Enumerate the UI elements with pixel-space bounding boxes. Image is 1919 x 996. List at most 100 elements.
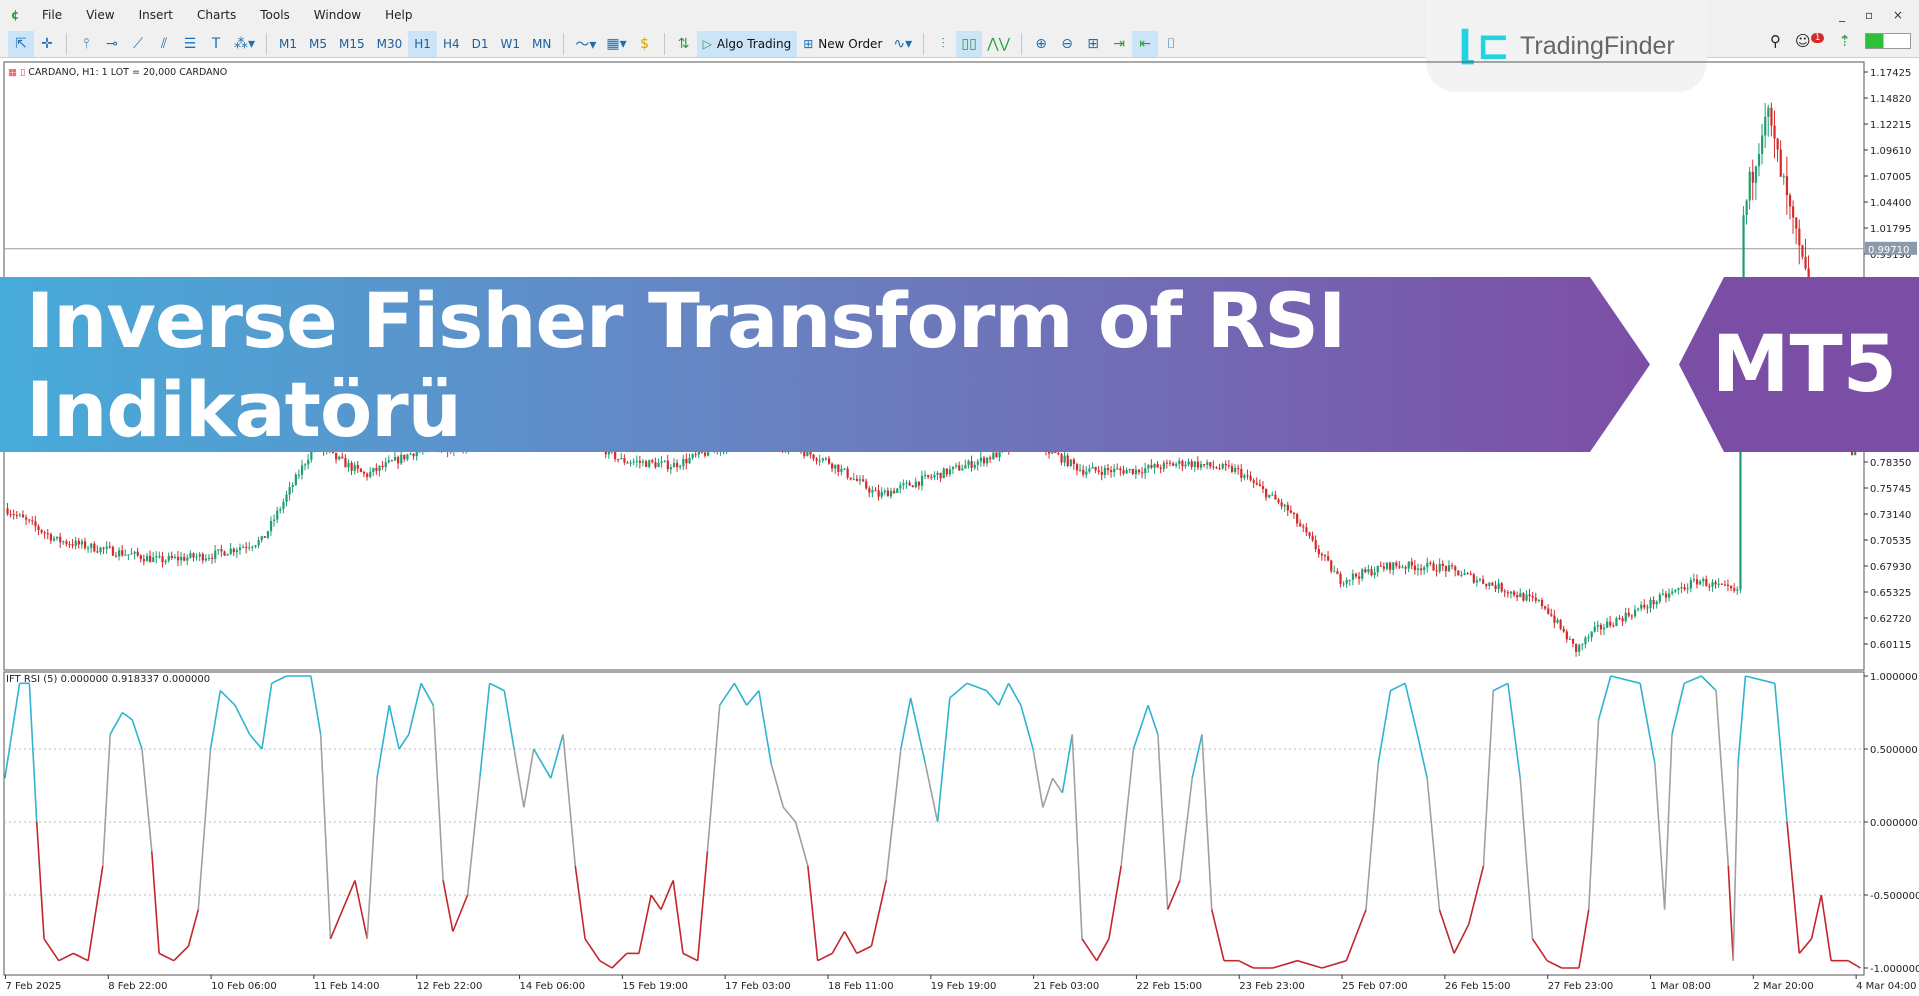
- timeframe-m1[interactable]: M1: [273, 37, 303, 51]
- menu-file[interactable]: File: [30, 8, 74, 22]
- timeframe-mn[interactable]: MN: [526, 37, 557, 51]
- candle-body: [1488, 582, 1491, 587]
- timeframe-w1[interactable]: W1: [495, 37, 527, 51]
- ift-line-segment: [513, 748, 525, 808]
- fibonacci-icon[interactable]: ☰: [177, 31, 203, 57]
- signals-icon[interactable]: ∿▾: [888, 31, 917, 57]
- menu-insert[interactable]: Insert: [127, 8, 185, 22]
- ift-line-segment: [909, 697, 927, 764]
- candle-body: [1100, 471, 1103, 475]
- candle-body: [297, 474, 301, 476]
- bar-chart-icon[interactable]: ⫶: [930, 31, 956, 57]
- line-chart-icon[interactable]: ⋀⋁: [982, 31, 1015, 57]
- indicators-icon[interactable]: 〜▾: [570, 31, 601, 57]
- horizontal-line-icon[interactable]: ⊸: [99, 31, 125, 57]
- crosshair-icon[interactable]: ✛: [34, 31, 60, 57]
- candle-body: [908, 482, 911, 486]
- candle-body: [372, 467, 375, 472]
- search-icon[interactable]: ⚲: [1770, 32, 1781, 50]
- candle-body: [254, 545, 257, 547]
- timeframe-m15[interactable]: M15: [333, 37, 371, 51]
- trendline-icon[interactable]: ⟋: [125, 31, 151, 57]
- candle-body: [1804, 256, 1807, 269]
- candle-body: [400, 454, 403, 464]
- trade-icon[interactable]: ⇅: [671, 31, 697, 57]
- candle-body: [666, 460, 669, 470]
- grid-icon[interactable]: ⊞: [1080, 31, 1106, 57]
- ift-line-segment: [1453, 923, 1470, 954]
- ift-line-segment: [1147, 704, 1159, 735]
- menu-charts[interactable]: Charts: [185, 8, 248, 22]
- candle-body: [1757, 154, 1761, 167]
- ift-line-segment: [58, 952, 74, 962]
- candle-body: [1562, 628, 1565, 632]
- timeframe-h1[interactable]: H1: [408, 30, 437, 57]
- candle-body: [28, 519, 31, 521]
- candle-body: [356, 465, 359, 469]
- ift-line-segment: [73, 952, 89, 962]
- candle-body: [145, 555, 149, 562]
- menu-view[interactable]: View: [74, 8, 126, 22]
- candle-body: [676, 463, 679, 468]
- timeframe-d1[interactable]: D1: [466, 37, 495, 51]
- candle-body: [1509, 591, 1513, 594]
- menu-tools[interactable]: Tools: [248, 8, 302, 22]
- screenshot-icon[interactable]: ⌷: [1158, 31, 1184, 57]
- candle-body: [12, 514, 15, 516]
- ift-line-segment: [319, 734, 332, 939]
- candle-body: [1547, 608, 1550, 614]
- candle-body: [1460, 574, 1463, 576]
- candlestick-icon[interactable]: ▯▯: [956, 30, 983, 57]
- chart-shift-icon[interactable]: ⇤: [1132, 30, 1159, 57]
- notifications-icon[interactable]: ☺ 1: [1795, 32, 1825, 50]
- ift-line-segment: [466, 778, 481, 896]
- candle-body: [1627, 612, 1630, 616]
- banner-title: Inverse Fisher Transform of RSI Indikatö…: [26, 275, 1346, 454]
- candle-body: [1066, 455, 1069, 466]
- candle-body: [1587, 637, 1590, 639]
- candle-body: [1330, 560, 1333, 572]
- new-order-button[interactable]: ⊞ New Order: [797, 31, 888, 57]
- ift-line-segment: [885, 748, 902, 881]
- zoom-in-icon[interactable]: ⊕: [1028, 31, 1054, 57]
- ift-line-segment: [696, 851, 709, 961]
- candle-body: [1500, 583, 1503, 592]
- candle-body: [1351, 573, 1355, 580]
- ift-line-segment: [1468, 865, 1485, 925]
- menu-help[interactable]: Help: [373, 8, 424, 22]
- ift-line-segment: [574, 865, 586, 939]
- menu-window[interactable]: Window: [302, 8, 373, 22]
- zoom-out-icon[interactable]: ⊖: [1054, 31, 1080, 57]
- ift-line-segment: [452, 894, 469, 932]
- candle-body: [986, 457, 989, 464]
- candle-body: [1116, 468, 1119, 470]
- candle-body: [840, 468, 843, 473]
- window-controls[interactable]: _ ▫ ×: [1839, 8, 1911, 22]
- channel-icon[interactable]: ⫽: [151, 31, 177, 57]
- autoscroll-icon[interactable]: ⇥: [1106, 31, 1132, 57]
- ift-line-segment: [966, 682, 987, 692]
- candle-body: [1141, 472, 1144, 474]
- timeframe-m30[interactable]: M30: [371, 37, 409, 51]
- chart-area[interactable]: 1.17425 1.14820 1.12215 1.09610 1.07005 1.044…: [0, 60, 1919, 996]
- candle-body: [1423, 567, 1426, 571]
- text-icon[interactable]: T: [203, 31, 229, 57]
- templates-icon[interactable]: ▦▾: [601, 31, 631, 57]
- ift-line-segment: [807, 865, 819, 961]
- market-icon[interactable]: $: [632, 31, 658, 57]
- ift-line-segment: [1546, 959, 1563, 969]
- candle-body: [1692, 579, 1696, 581]
- candle-body: [1624, 612, 1627, 622]
- shapes-icon[interactable]: ⁂▾: [229, 31, 260, 57]
- ift-line-segment: [998, 682, 1010, 706]
- timeframe-m5[interactable]: M5: [303, 37, 333, 51]
- cursor-icon[interactable]: ⇱: [8, 30, 34, 57]
- algo-trading-button[interactable]: ▷ Algo Trading: [696, 30, 798, 57]
- candle-body: [1646, 607, 1649, 609]
- candle-body: [1395, 562, 1398, 566]
- ift-line-segment: [131, 719, 143, 750]
- vertical-line-icon[interactable]: ⫯: [73, 31, 99, 57]
- ift-line-segment: [158, 952, 175, 962]
- timeframe-h4[interactable]: H4: [437, 37, 466, 51]
- candle-body: [868, 488, 871, 493]
